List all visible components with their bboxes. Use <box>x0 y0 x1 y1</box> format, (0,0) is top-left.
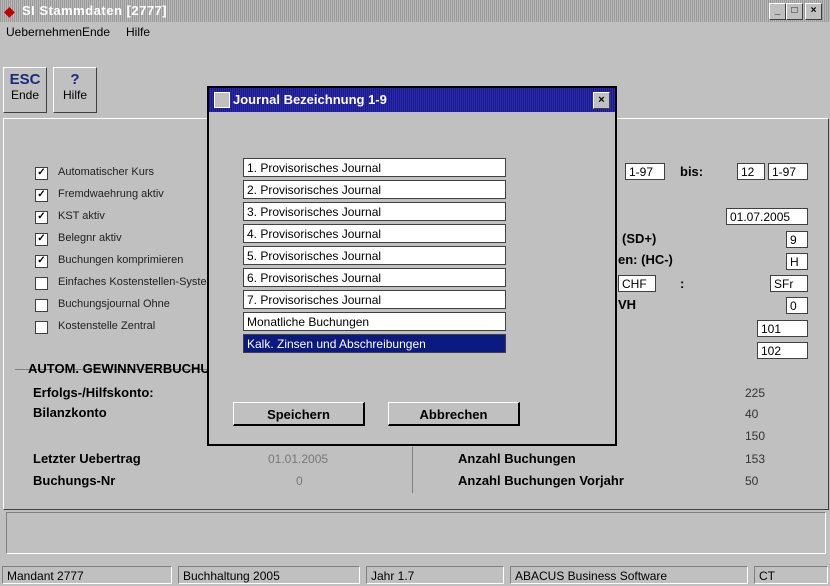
right-value-1: 225 <box>745 386 766 400</box>
journal-field-7[interactable]: 7. Provisorisches Journal <box>243 290 506 309</box>
vh-field[interactable]: 0 <box>786 297 808 314</box>
checkbox-7[interactable] <box>35 321 48 334</box>
menu-hilfe[interactable]: Hilfe <box>126 25 150 39</box>
bilanz-label: Bilanzkonto <box>33 405 107 420</box>
journal-dialog: Journal Bezeichnung 1-9 × 1. Provisorisc… <box>207 86 617 446</box>
esc-button[interactable]: ESC Ende <box>3 67 47 113</box>
checkbox-3[interactable]: ✓ <box>35 233 48 246</box>
journal-field-9[interactable]: Kalk. Zinsen und Abschreibungen <box>243 334 506 353</box>
cancel-button[interactable]: Abbrechen <box>388 402 520 426</box>
chf-colon: : <box>680 276 685 291</box>
esc-label: ESC <box>9 71 41 88</box>
status-mandant: Mandant 2777 <box>2 566 172 584</box>
currency-field[interactable]: SFr <box>770 275 808 292</box>
esc-sub-label: Ende <box>10 88 40 102</box>
status-buchhaltung: Buchhaltung 2005 <box>178 566 360 584</box>
period-to-a-field[interactable]: 12 <box>737 163 765 180</box>
hc-label: en: (HC-) <box>618 252 673 267</box>
help-sub-label: Hilfe <box>62 88 87 102</box>
window-title-bar: ◆ SI Stammdaten [2777] _ □ × <box>0 0 830 22</box>
right-value-3: 150 <box>745 429 766 443</box>
journal-field-1[interactable]: 1. Provisorisches Journal <box>243 158 506 177</box>
minimize-button[interactable]: _ <box>769 3 786 20</box>
menu-ende[interactable]: Ende <box>82 25 110 39</box>
dialog-title-bar: Journal Bezeichnung 1-9 × <box>209 88 615 112</box>
journal-field-3[interactable]: 3. Provisorisches Journal <box>243 202 506 221</box>
vh-label: VH <box>618 297 637 312</box>
buchnr-value: 0 <box>296 474 303 488</box>
checkbox-label: KST aktiv <box>58 210 105 222</box>
dialog-title: Journal Bezeichnung 1-9 <box>233 92 387 107</box>
checkbox-label: Automatischer Kurs <box>58 166 154 178</box>
account-field-1[interactable]: 101 <box>757 320 808 337</box>
checkbox-5[interactable] <box>35 277 48 290</box>
anzahl-label: Anzahl Buchungen <box>458 451 576 466</box>
sd-label: (SD+) <box>622 231 657 246</box>
help-icon: ? <box>70 71 80 88</box>
hc-field[interactable]: H <box>786 253 808 270</box>
status-jahr: Jahr 1.7 <box>366 566 504 584</box>
save-button[interactable]: Speichern <box>233 402 365 426</box>
anzahl-vj-value: 50 <box>745 474 759 488</box>
dialog-window-icon <box>214 92 230 108</box>
anzahl-vj-label: Anzahl Buchungen Vorjahr <box>458 473 624 488</box>
menu-bar: Uebernehmen Ende Hilfe <box>0 22 830 42</box>
period-to-b-field[interactable]: 1-97 <box>768 163 808 180</box>
menu-uebernehmen[interactable]: Uebernehmen <box>6 25 82 39</box>
uebertrag-label: Letzter Uebertrag <box>33 451 141 466</box>
checkbox-0[interactable]: ✓ <box>35 167 48 180</box>
checkbox-label: Buchungen komprimieren <box>58 254 184 266</box>
bis-label: bis: <box>680 164 704 179</box>
checkbox-2[interactable]: ✓ <box>35 211 48 224</box>
checkbox-4[interactable]: ✓ <box>35 255 48 268</box>
status-software: ABACUS Business Software <box>510 566 748 584</box>
checkbox-label: Kostenstelle Zentral <box>58 320 156 332</box>
journal-field-2[interactable]: 2. Provisorisches Journal <box>243 180 506 199</box>
checkbox-1[interactable]: ✓ <box>35 189 48 202</box>
sd-field[interactable]: 9 <box>786 231 808 248</box>
buchnr-label: Buchungs-Nr <box>33 473 116 488</box>
section-title: AUTOM. GEWINNVERBUCHUNG <box>28 361 230 376</box>
journal-field-5[interactable]: 5. Provisorisches Journal <box>243 246 506 265</box>
close-button[interactable]: × <box>805 3 822 20</box>
help-button[interactable]: ? Hilfe <box>53 67 97 113</box>
period-from-field[interactable]: 1-97 <box>625 163 665 180</box>
column-divider <box>412 447 413 493</box>
date-field[interactable]: 01.07.2005 <box>726 208 808 225</box>
journal-field-8[interactable]: Monatliche Buchungen <box>243 312 506 331</box>
maximize-button[interactable]: □ <box>786 3 803 20</box>
erfolg-label: Erfolgs-/Hilfskonto: <box>33 385 154 400</box>
status-ct: CT <box>754 566 828 584</box>
chf-field[interactable]: CHF <box>618 275 656 292</box>
right-value-2: 40 <box>745 407 759 421</box>
bottom-panel <box>6 512 826 554</box>
checkbox-label: Einfaches Kostenstellen-System <box>58 276 216 288</box>
checkbox-label: Buchungsjournal Ohne <box>58 298 170 310</box>
uebertrag-value: 01.01.2005 <box>268 452 329 466</box>
checkbox-label: Fremdwaehrung aktiv <box>58 188 164 200</box>
journal-field-4[interactable]: 4. Provisorisches Journal <box>243 224 506 243</box>
checkbox-6[interactable] <box>35 299 48 312</box>
dialog-close-button[interactable]: × <box>593 92 610 109</box>
account-field-2[interactable]: 102 <box>757 342 808 359</box>
checkbox-label: Belegnr aktiv <box>58 232 122 244</box>
app-icon: ◆ <box>4 3 15 19</box>
window-title: SI Stammdaten [2777] <box>22 3 168 18</box>
journal-field-6[interactable]: 6. Provisorisches Journal <box>243 268 506 287</box>
anzahl-value: 153 <box>745 452 766 466</box>
